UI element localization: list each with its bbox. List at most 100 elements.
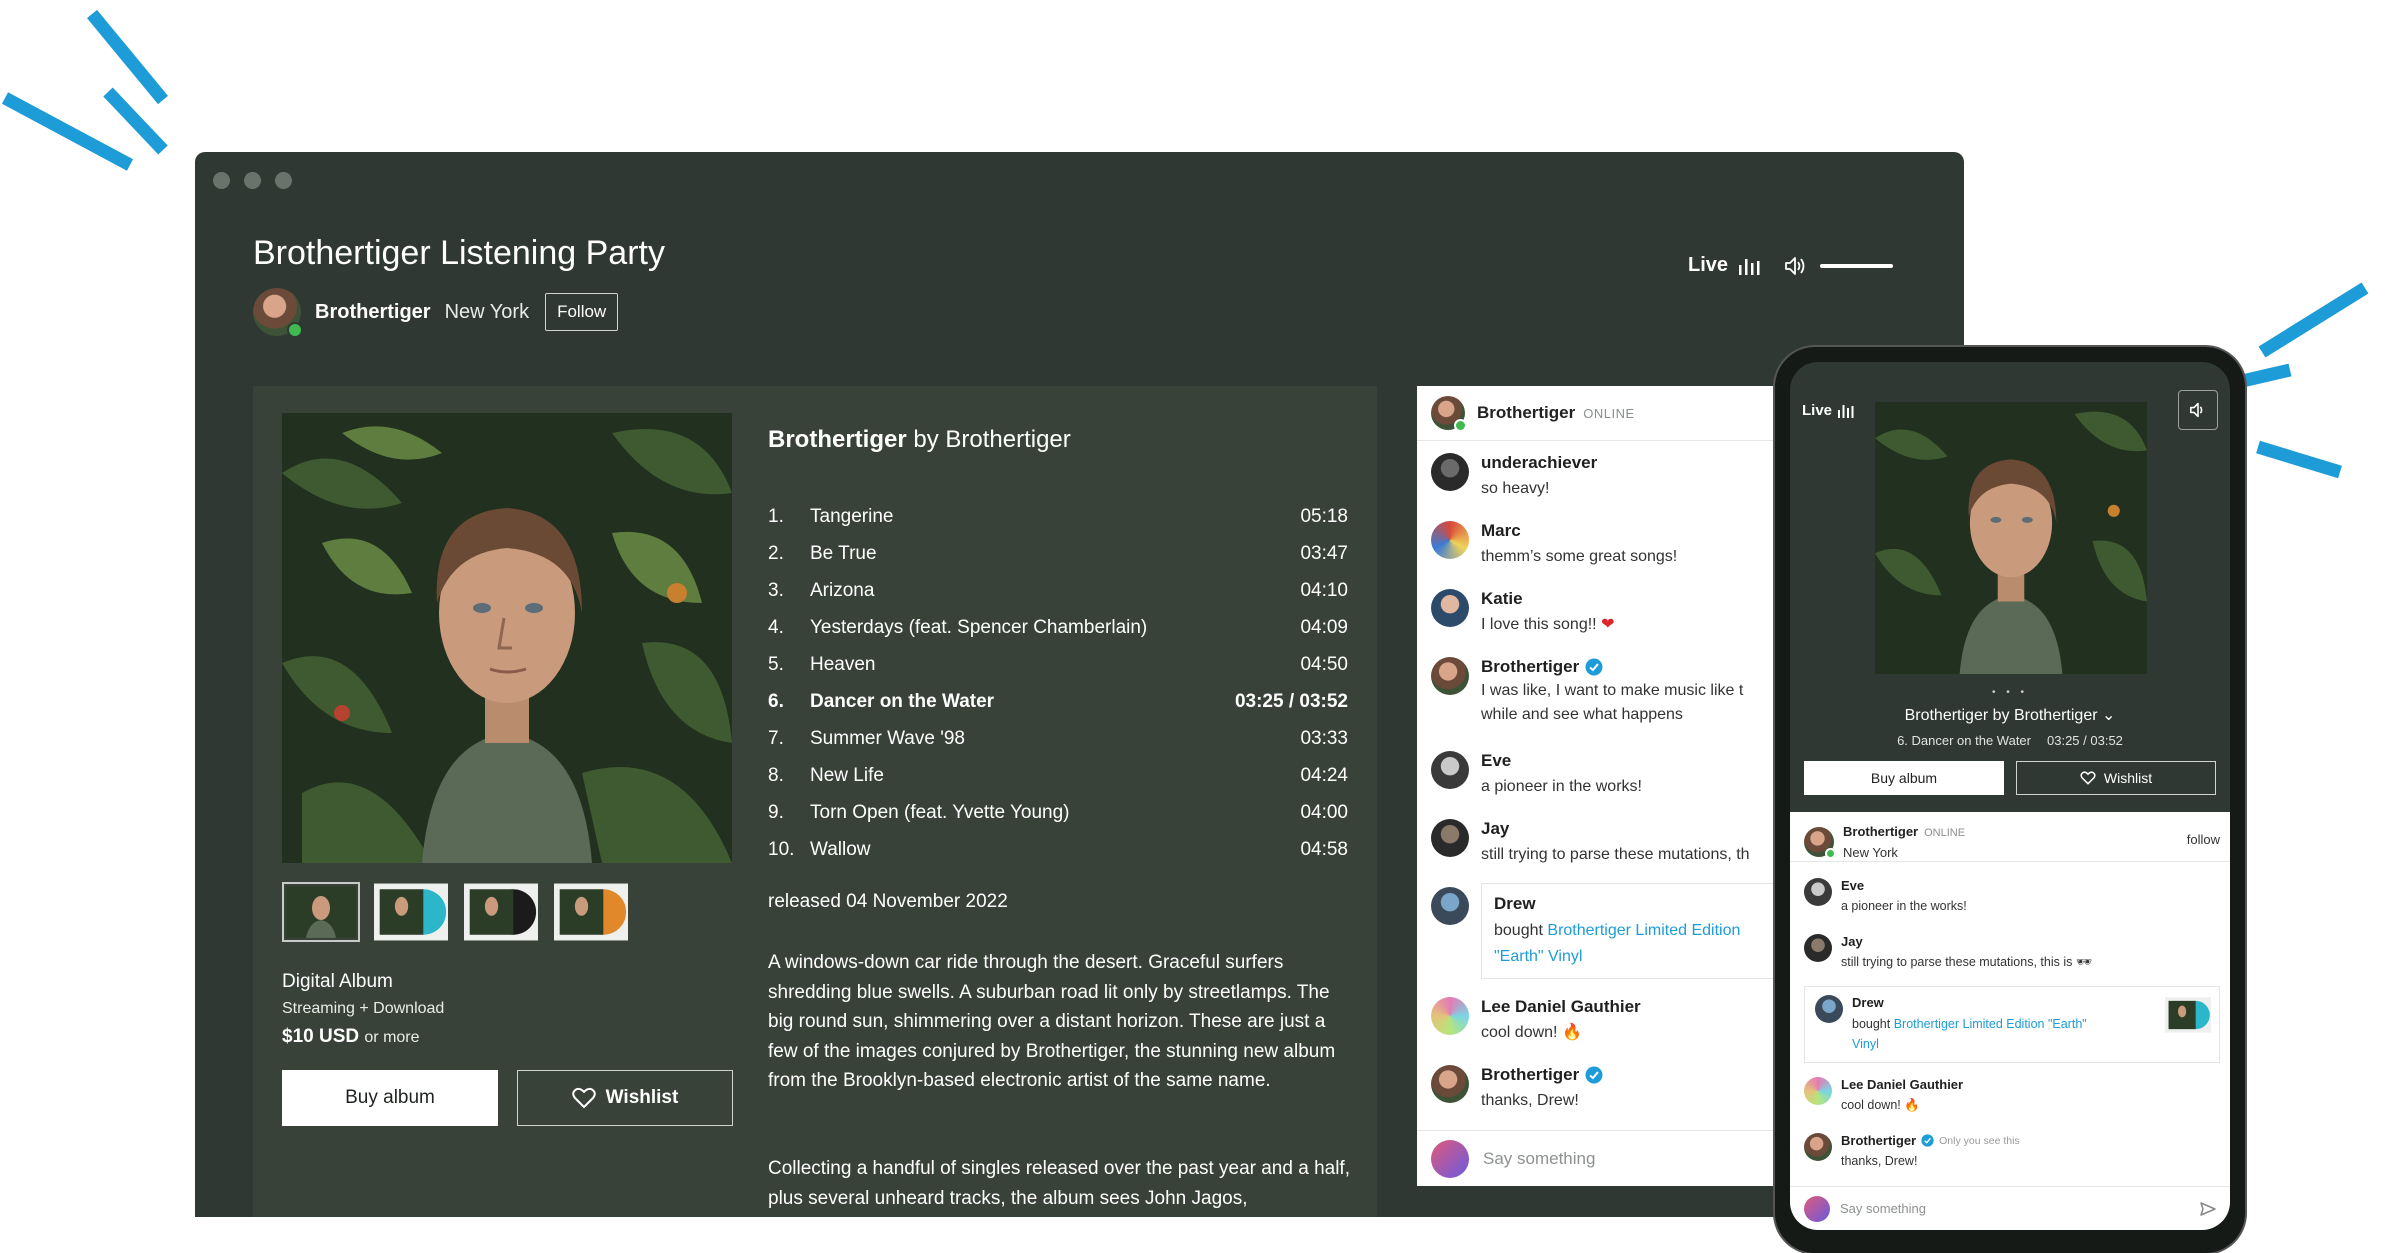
avatar[interactable] xyxy=(1804,1077,1832,1105)
message-author-name[interactable]: Brothertiger xyxy=(1481,1065,1579,1085)
now-track: 6. Dancer on the Water xyxy=(1897,733,2031,748)
message-author[interactable]: Jay xyxy=(1481,819,1750,839)
message-author[interactable]: Brothertiger Only you see this xyxy=(1841,1133,2020,1148)
avatar[interactable] xyxy=(1431,1065,1469,1103)
thumbnail-vinyl-blue[interactable] xyxy=(372,882,450,942)
purchase-link[interactable]: Brothertiger Limited Edition xyxy=(1547,922,1740,939)
track-row[interactable]: 8. New Life 04:24 xyxy=(768,757,1348,794)
message-text: themm’s some great songs! xyxy=(1481,548,1678,565)
album-by[interactable]: by Brothertiger xyxy=(913,426,1070,453)
album-selector[interactable]: Brothertiger by Brothertiger ⌄ xyxy=(1790,705,2230,725)
purchase-link-cont[interactable]: "Earth" Vinyl xyxy=(1494,948,1582,965)
purchase-link-cont[interactable]: Vinyl xyxy=(1852,1037,1879,1051)
thumbnail-vinyl-orange[interactable] xyxy=(552,882,630,942)
avatar[interactable] xyxy=(1431,997,1469,1035)
buy-album-button[interactable]: Buy album xyxy=(1804,761,2004,795)
message-author[interactable]: Drew xyxy=(1852,995,2087,1010)
thumbnail-vinyl-black[interactable] xyxy=(462,882,540,942)
vinyl-thumbnail[interactable] xyxy=(2165,997,2211,1033)
track-title[interactable]: Summer Wave '98 xyxy=(810,728,1300,750)
avatar[interactable] xyxy=(1804,878,1832,906)
message-author-name[interactable]: Brothertiger xyxy=(1481,657,1579,677)
track-title[interactable]: Arizona xyxy=(810,580,1300,602)
purchase-card[interactable]: Drew bought Brothertiger Limited Edition… xyxy=(1417,875,1787,979)
track-row[interactable]: 7. Summer Wave '98 03:33 xyxy=(768,720,1348,757)
chat-input[interactable]: Say something xyxy=(1790,1186,2230,1230)
track-number: 5. xyxy=(768,653,784,675)
avatar[interactable] xyxy=(1431,396,1467,432)
volume-button[interactable] xyxy=(2178,390,2218,430)
verified-icon xyxy=(1585,658,1603,676)
track-title[interactable]: Torn Open (feat. Yvette Young) xyxy=(810,802,1300,824)
message-author[interactable]: Jay xyxy=(1841,934,2092,949)
chat-host-name[interactable]: Brothertiger xyxy=(1477,403,1575,423)
buy-album-button[interactable]: Buy album xyxy=(282,1070,498,1126)
wishlist-button[interactable]: Wishlist xyxy=(517,1070,733,1126)
follow-link[interactable]: follow xyxy=(2187,832,2220,847)
volume-slider[interactable] xyxy=(1820,263,1894,268)
track-row[interactable]: 10. Wallow 04:58 xyxy=(768,831,1348,868)
message-author[interactable]: Lee Daniel Gauthier xyxy=(1841,1077,1963,1092)
live-bars-icon xyxy=(1838,404,1854,418)
message-author[interactable]: Eve xyxy=(1481,751,1642,771)
album-cover-art[interactable] xyxy=(282,413,732,863)
track-title[interactable]: Tangerine xyxy=(810,506,1300,528)
purchase-card[interactable]: Drew bought Brothertiger Limited Edition… xyxy=(1804,986,2220,1063)
avatar[interactable] xyxy=(1431,657,1469,695)
chat-message: Lee Daniel Gauthier cool down! 🔥 xyxy=(1790,1067,2230,1123)
avatar[interactable] xyxy=(1804,1133,1832,1161)
chat-input[interactable]: Say something xyxy=(1417,1130,1787,1186)
avatar[interactable] xyxy=(1804,934,1832,962)
message-author[interactable]: underachiever xyxy=(1481,453,1597,473)
message-author[interactable]: Katie xyxy=(1481,589,1614,609)
live-indicator: Live xyxy=(1688,254,1894,277)
artist-avatar[interactable] xyxy=(253,288,303,338)
follow-button[interactable]: Follow xyxy=(545,293,619,331)
thumbnail-cover[interactable] xyxy=(282,882,360,942)
message-author[interactable]: Lee Daniel Gauthier xyxy=(1481,997,1641,1017)
avatar[interactable] xyxy=(1431,751,1469,789)
avatar[interactable] xyxy=(1431,819,1469,857)
message-author[interactable]: Eve xyxy=(1841,878,1967,893)
message-author[interactable]: Drew xyxy=(1494,894,1787,914)
message-author-name[interactable]: Brothertiger xyxy=(1841,1133,1916,1148)
window-dot[interactable] xyxy=(244,172,261,189)
track-title[interactable]: Heaven xyxy=(810,654,1300,676)
track-number: 2. xyxy=(768,542,784,564)
avatar[interactable] xyxy=(1815,995,1843,1023)
track-row[interactable]: 4. Yesterdays (feat. Spencer Chamberlain)… xyxy=(768,609,1348,646)
track-title[interactable]: Wallow xyxy=(810,839,1300,861)
avatar[interactable] xyxy=(1431,589,1469,627)
track-row[interactable]: 1. Tangerine 05:18 xyxy=(768,498,1348,535)
purchase-link[interactable]: Brothertiger Limited Edition "Earth" xyxy=(1894,1017,2087,1031)
chat-input-placeholder[interactable]: Say something xyxy=(1840,1201,2200,1216)
track-row[interactable]: 9. Torn Open (feat. Yvette Young) 04:00 xyxy=(768,794,1348,831)
chat-message: Eve a pioneer in the works! xyxy=(1417,739,1787,807)
track-row[interactable]: 5. Heaven 04:50 xyxy=(768,646,1348,683)
avatar[interactable] xyxy=(1804,826,1836,859)
avatar[interactable] xyxy=(1431,453,1469,491)
album-cover-art[interactable] xyxy=(1875,402,2147,674)
message-author[interactable]: Marc xyxy=(1481,521,1677,541)
volume-icon[interactable] xyxy=(1784,256,1806,276)
message-author[interactable]: Brothertiger xyxy=(1481,1065,1603,1085)
track-title[interactable]: Dancer on the Water xyxy=(810,691,1235,713)
track-row[interactable]: 3. Arizona 04:10 xyxy=(768,572,1348,609)
send-icon[interactable] xyxy=(2200,1201,2216,1216)
message-author[interactable]: Brothertiger xyxy=(1481,657,1743,677)
track-title[interactable]: New Life xyxy=(810,765,1300,787)
track-title[interactable]: Be True xyxy=(810,543,1300,565)
window-dot[interactable] xyxy=(275,172,292,189)
track-row-current[interactable]: 6. Dancer on the Water 03:25 / 03:52 xyxy=(768,683,1348,720)
avatar[interactable] xyxy=(1431,521,1469,559)
carousel-dots[interactable]: • • • xyxy=(1790,687,2230,698)
track-title[interactable]: Yesterdays (feat. Spencer Chamberlain) xyxy=(810,617,1300,639)
thumbnail-strip xyxy=(282,882,630,942)
track-row[interactable]: 2. Be True 03:47 xyxy=(768,535,1348,572)
chat-host-name[interactable]: Brothertiger xyxy=(1843,824,1918,839)
chat-input-placeholder[interactable]: Say something xyxy=(1483,1149,1595,1169)
wishlist-button[interactable]: Wishlist xyxy=(2016,761,2216,795)
avatar[interactable] xyxy=(1431,887,1469,925)
window-dot[interactable] xyxy=(213,172,230,189)
artist-name[interactable]: Brothertiger xyxy=(315,301,431,324)
